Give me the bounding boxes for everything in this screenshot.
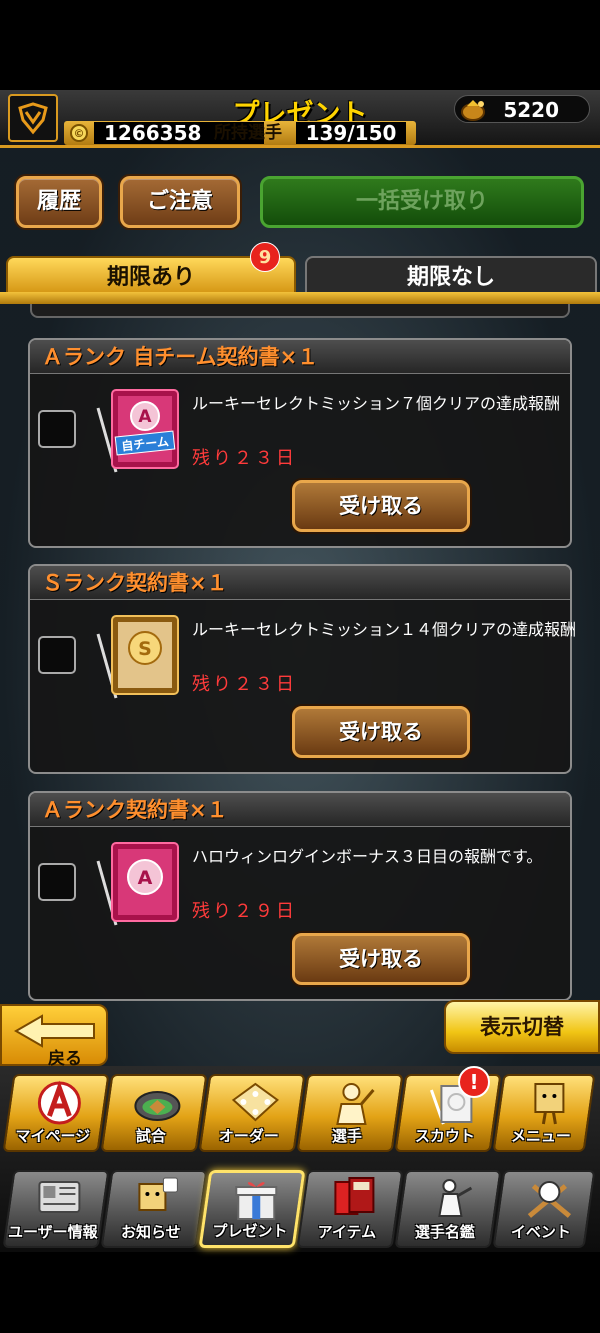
nav-label: メニュー	[510, 1127, 571, 1145]
nav-label: ユーザー情報	[7, 1223, 98, 1241]
list-item: Ａランク契約書×１ A ハロウィンログインボーナス３日目の報酬です。 残り２９日…	[28, 791, 572, 1001]
present-title: Ａランク契約書×１	[30, 793, 570, 827]
svg-text:A: A	[138, 867, 153, 889]
nav-label: オーダー	[218, 1127, 279, 1145]
nav-menu[interactable]: メニュー	[492, 1074, 596, 1152]
nav-label: 選手	[331, 1127, 362, 1145]
stadium-icon	[134, 1091, 181, 1121]
roster-label: 所持選手	[214, 123, 282, 143]
present-description: ハロウィンログインボーナス３日目の報酬です。	[192, 847, 543, 866]
list-item: Ｓランク契約書×１ S ルーキーセレクトミッション１４個クリアの達成報酬 残り２…	[28, 564, 576, 774]
nav-label: マイページ	[15, 1127, 91, 1145]
display-toggle-button[interactable]: 表示切替	[444, 1000, 600, 1054]
order-icon	[231, 1082, 279, 1122]
present-title: Ｓランク契約書×１	[30, 566, 570, 600]
history-button[interactable]: 履歴	[16, 176, 102, 228]
nav-present[interactable]: プレゼント	[198, 1170, 306, 1248]
nav-label: 試合	[135, 1127, 166, 1145]
contract-a-own-team-icon: A 自チーム	[96, 389, 179, 473]
svg-text:A: A	[138, 407, 152, 427]
present-list[interactable]: Ａランク 自チーム契約書×１ A 自チーム ルーキーセレクトミッション７個クリア…	[0, 304, 600, 1004]
item-icon	[334, 1177, 375, 1215]
gem-counter[interactable]: 5220	[454, 95, 590, 123]
select-checkbox[interactable]	[38, 636, 76, 674]
back-arrow-icon	[13, 1014, 95, 1048]
receive-button[interactable]: 受け取る	[292, 933, 470, 985]
scout-alert-badge: !	[458, 1066, 490, 1098]
player-icon	[336, 1083, 375, 1125]
contract-a-icon: A	[96, 842, 179, 926]
nav-player-book[interactable]: 選手名鑑	[394, 1170, 502, 1248]
player-book-icon	[438, 1179, 473, 1217]
present-title: Ａランク 自チーム契約書×１	[30, 340, 570, 374]
back-button[interactable]: 戻る	[0, 1004, 108, 1069]
menu-icon	[534, 1083, 565, 1125]
expiry-text: 残り２３日	[192, 448, 297, 469]
list-item: Ａランク 自チーム契約書×１ A 自チーム ルーキーセレクトミッション７個クリア…	[28, 338, 572, 548]
nav-label: プレゼント	[212, 1222, 288, 1240]
nav-label: アイテム	[317, 1223, 377, 1241]
mypage-icon	[37, 1080, 81, 1125]
receive-all-button[interactable]: 一括受け取り	[260, 176, 584, 228]
gem-icon	[461, 100, 485, 121]
user-info-icon	[38, 1181, 81, 1213]
resource-strip: © 1266358 所持選手 139/150	[64, 121, 416, 145]
receive-button[interactable]: 受け取る	[292, 706, 470, 758]
tab-underline	[0, 292, 600, 304]
nav-game[interactable]: 試合	[100, 1074, 208, 1152]
present-description: ルーキーセレクトミッション７個クリアの達成報酬	[192, 394, 561, 413]
nav-user-info[interactable]: ユーザー情報	[2, 1170, 110, 1248]
roster-count: 139/150	[296, 122, 406, 144]
svg-text:S: S	[138, 638, 152, 660]
bottom-navigation: マイページ 試合 オーダー 選手 スカウト メニュー ユーザー情報 お知らせ プ…	[0, 1066, 600, 1252]
gem-count: 5220	[503, 98, 559, 122]
expiry-text: 残り２９日	[192, 901, 297, 922]
select-checkbox[interactable]	[38, 410, 76, 448]
notice-button[interactable]: ご注意	[120, 176, 240, 228]
present-description: ルーキーセレクトミッション１４個クリアの達成報酬	[192, 620, 577, 639]
tab-count-badge: 9	[250, 242, 280, 272]
nav-player[interactable]: 選手	[296, 1074, 404, 1152]
nav-item[interactable]: アイテム	[296, 1170, 404, 1248]
present-icon	[235, 1182, 278, 1220]
receive-button[interactable]: 受け取る	[292, 480, 470, 532]
nav-order[interactable]: オーダー	[198, 1074, 306, 1152]
nav-label: スカウト	[414, 1127, 475, 1145]
nav-event[interactable]: イベント	[492, 1170, 596, 1248]
event-icon	[527, 1181, 572, 1218]
expiry-text: 残り２３日	[192, 674, 297, 695]
contract-s-icon: S	[96, 615, 179, 699]
nav-label: お知らせ	[120, 1223, 181, 1241]
coin-icon: ©	[70, 124, 88, 142]
nav-notice[interactable]: お知らせ	[100, 1170, 208, 1248]
select-checkbox[interactable]	[38, 863, 76, 901]
nav-label: 選手名鑑	[414, 1223, 475, 1241]
notice-icon	[138, 1177, 178, 1211]
tab-no-limit[interactable]: 期限なし	[305, 256, 597, 296]
nav-mypage[interactable]: マイページ	[2, 1074, 110, 1152]
nav-label: イベント	[510, 1223, 571, 1241]
list-item-partial	[30, 304, 570, 318]
header-bar: プレゼント © 1266358 所持選手 139/150 5220	[0, 90, 600, 148]
